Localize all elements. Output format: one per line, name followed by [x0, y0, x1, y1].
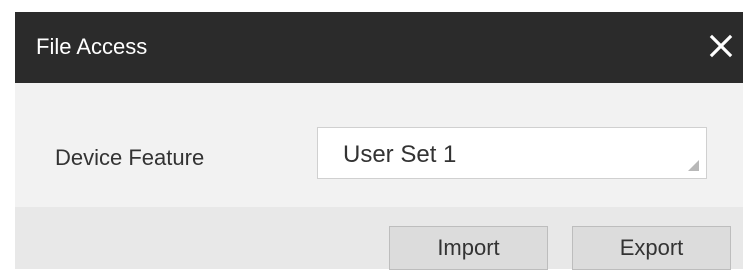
- import-button[interactable]: Import: [389, 226, 548, 270]
- device-feature-select[interactable]: User Set 1: [317, 127, 707, 179]
- export-button[interactable]: Export: [572, 226, 731, 270]
- dropdown-corner-icon: [688, 160, 699, 171]
- file-access-dialog: File Access Device Feature User Set 1 Im…: [15, 12, 743, 270]
- close-button[interactable]: [707, 32, 735, 60]
- dialog-titlebar: File Access: [15, 12, 743, 83]
- device-feature-selected-value: User Set 1: [343, 141, 457, 168]
- dialog-title: File Access: [36, 34, 148, 59]
- close-icon: [709, 34, 733, 58]
- dialog-content: Device Feature User Set 1: [15, 83, 743, 207]
- device-feature-label: Device Feature: [55, 145, 205, 170]
- dialog-footer: Import Export: [15, 207, 743, 270]
